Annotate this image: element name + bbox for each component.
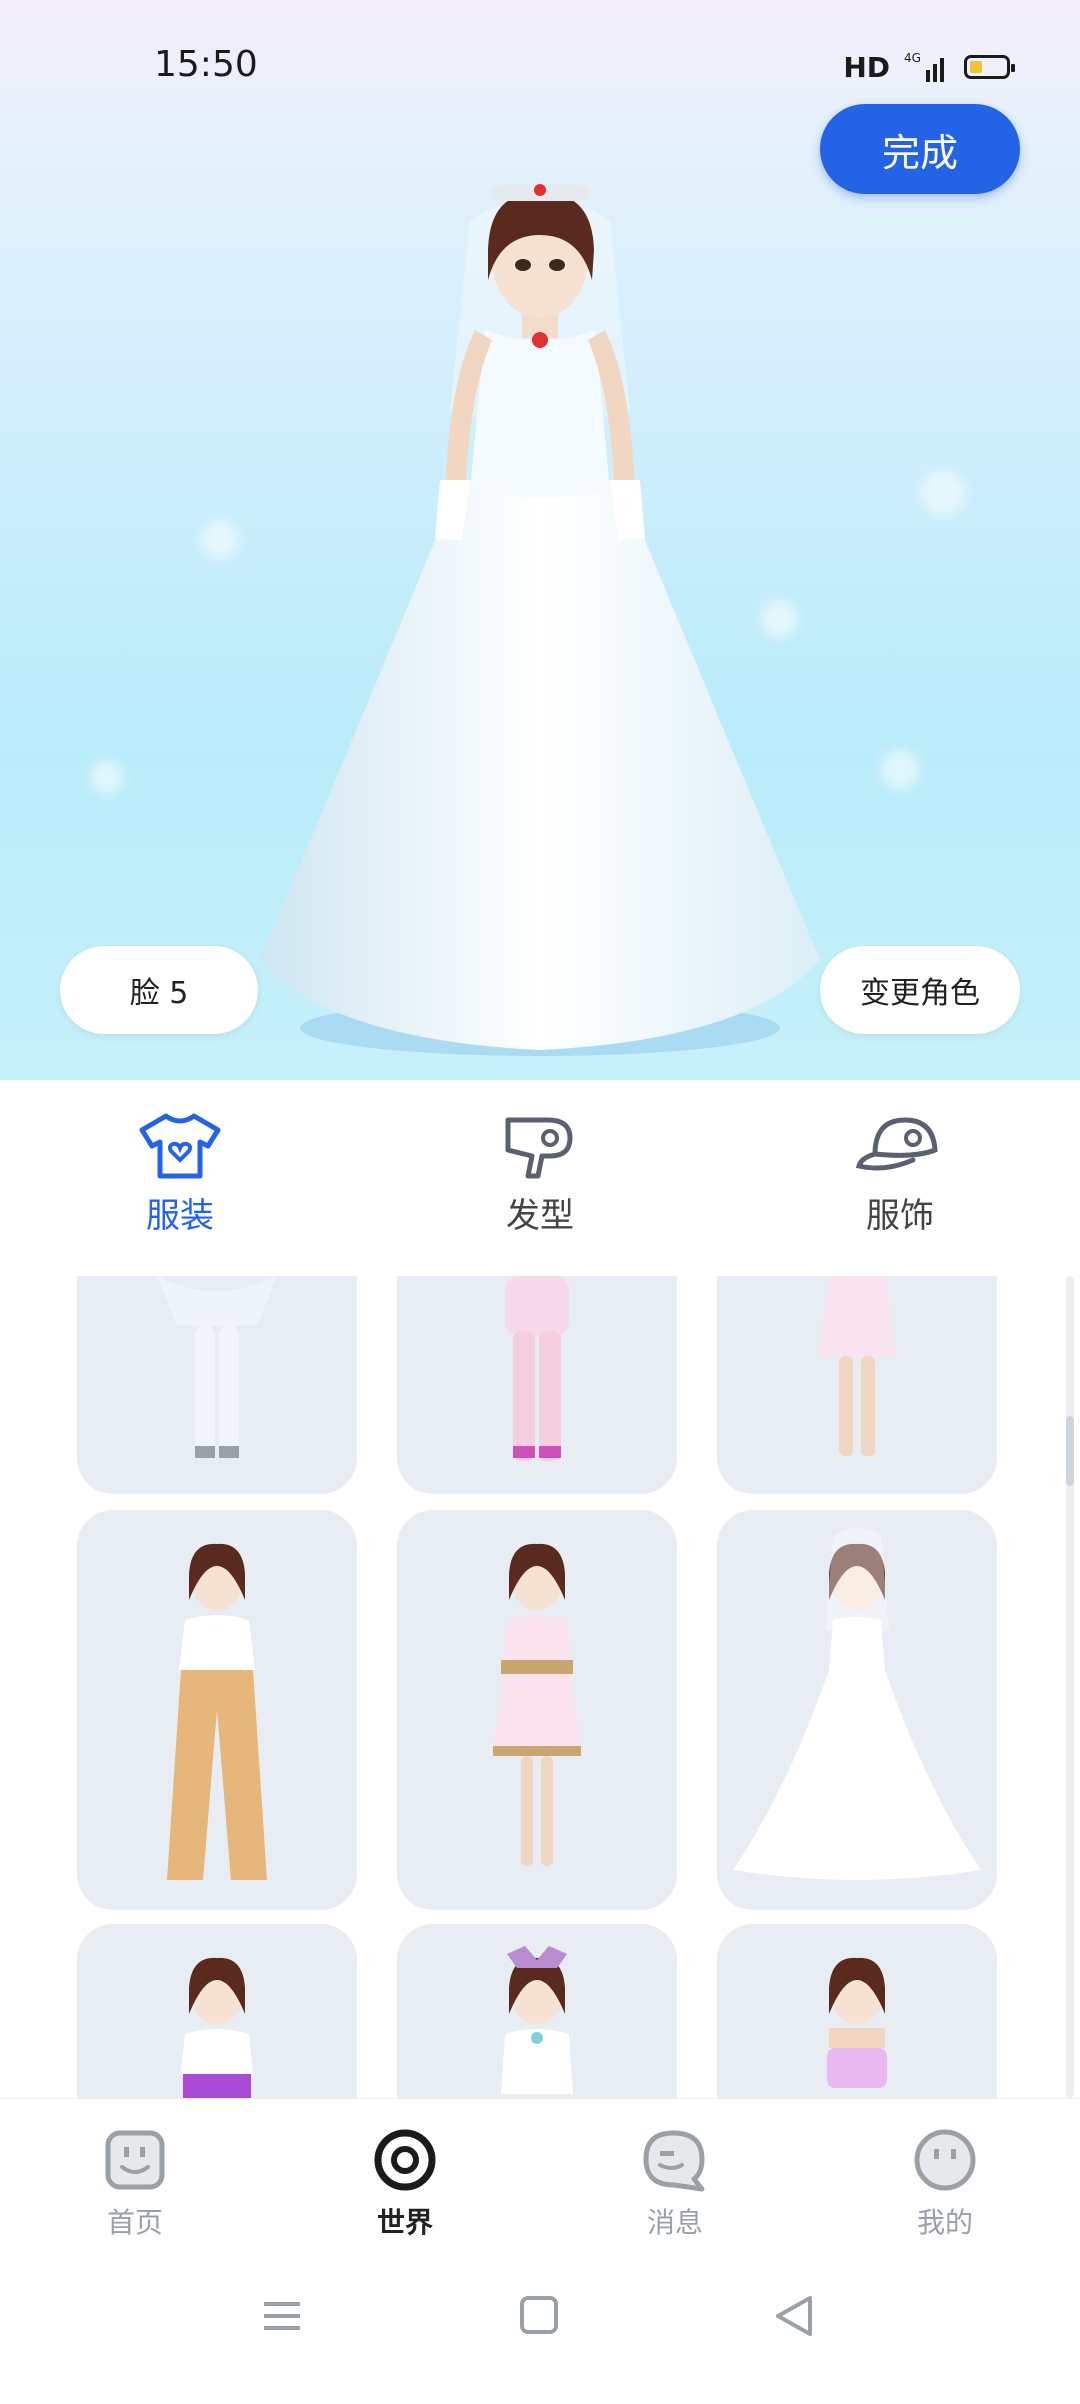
outfit-thumbnail [733,1528,981,1880]
tab-hairstyle[interactable]: 发型 [360,1080,720,1270]
bokeh-light [90,760,124,794]
outfit-thumbnail [181,1957,253,2098]
outfit-thumbnail [501,1946,573,2094]
outfit-card[interactable] [717,1276,997,1494]
outfit-thumbnail [493,1543,581,1866]
profile-face-icon [914,2129,976,2191]
bokeh-light [880,750,920,790]
tab-accessories[interactable]: 服饰 [720,1080,1080,1270]
bokeh-light [920,470,966,516]
signal-icon: 4G [904,51,944,82]
outfit-card[interactable] [397,1924,677,2098]
grid-scrollbar[interactable] [1066,1276,1074,2098]
category-tabs: 服装 发型 服饰 [0,1080,1080,1270]
battery-icon [964,55,1015,79]
outfit-thumbnail [167,1543,267,1880]
tab-label: 服饰 [866,1196,934,1236]
outfit-thumbnail [817,1276,897,1456]
message-bubble-icon [643,2130,705,2192]
tab-clothing[interactable]: 服装 [0,1080,360,1270]
nav-messages[interactable]: 消息 [540,2099,810,2259]
outfit-card[interactable] [77,1276,357,1494]
nav-label: 首页 [106,2206,163,2239]
change-character-button[interactable]: 变更角色 [820,946,1020,1034]
status-time: 15:50 [154,44,258,85]
face-select-button[interactable]: 脸 5 [60,946,258,1034]
bottom-nav: 首页 世界 消息 我的 [0,2098,1080,2259]
nav-profile[interactable]: 我的 [810,2099,1080,2259]
outfit-card[interactable] [397,1510,677,1910]
tab-label: 服装 [146,1196,214,1236]
network-hd-label: HD [843,50,890,84]
back-triangle-icon[interactable] [776,2296,812,2336]
menu-icon[interactable] [264,2302,300,2330]
system-nav-bar [0,2258,1080,2400]
tab-label: 发型 [506,1196,574,1236]
hair-dryer-icon [505,1117,573,1179]
nav-label: 消息 [646,2206,703,2239]
nav-world[interactable]: 世界 [270,2099,540,2259]
nav-label: 世界 [376,2206,433,2239]
nav-label: 我的 [916,2206,973,2239]
outfit-card[interactable] [717,1510,997,1910]
outfit-card[interactable] [77,1510,357,1910]
scroll-thumb[interactable] [1066,1416,1074,1486]
home-face-icon [105,2130,165,2190]
outfit-thumbnail [827,1957,887,2088]
nav-home[interactable]: 首页 [0,2099,270,2259]
outfit-card[interactable] [77,1924,357,2098]
outfit-grid [0,1276,1080,2098]
outfit-card[interactable] [717,1924,997,2098]
avatar-stage: 15:50 HD 4G 完成 脸 5 变更角色 [0,0,1080,1080]
cap-icon [855,1117,938,1171]
tshirt-icon [139,1113,221,1179]
done-button[interactable]: 完成 [820,104,1020,194]
avatar-model[interactable] [230,180,850,1060]
outfit-thumbnail [505,1276,569,1461]
outfit-card[interactable] [397,1276,677,1494]
world-ring-icon [374,2129,436,2191]
outfit-thumbnail [157,1276,277,1458]
svg-text:4G: 4G [904,51,921,65]
home-square-icon[interactable] [520,2296,558,2334]
